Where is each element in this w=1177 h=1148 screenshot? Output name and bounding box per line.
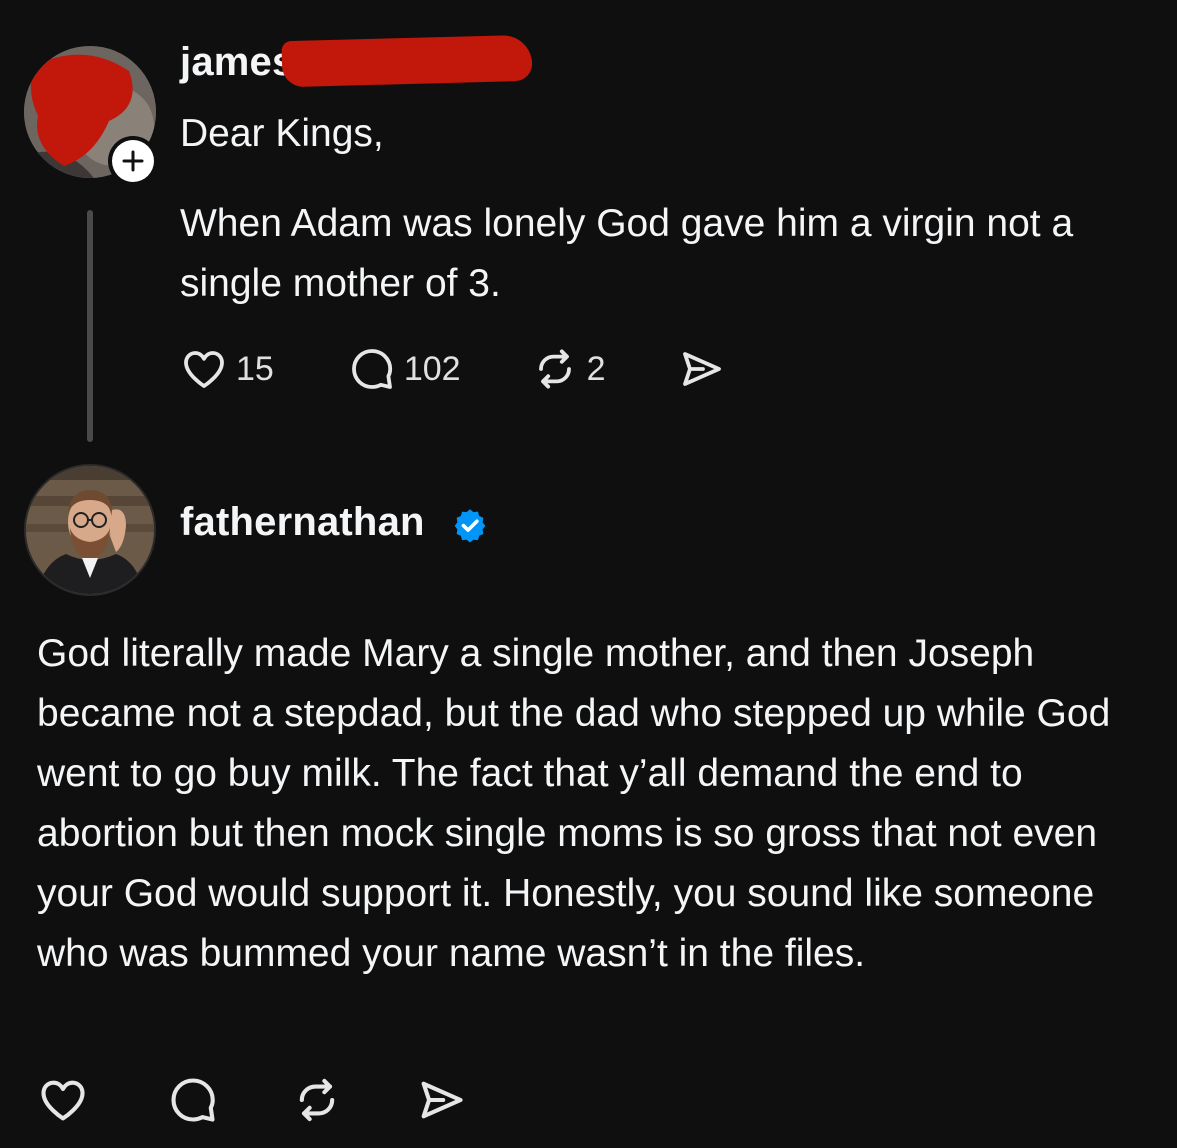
- post-actions: 15 102 2: [180, 345, 725, 393]
- like-count: 15: [236, 349, 274, 388]
- post-body: God literally made Mary a single mother,…: [37, 632, 1111, 975]
- reply-button[interactable]: 102: [348, 345, 461, 393]
- post-greeting: Dear Kings,: [180, 112, 384, 155]
- share-button[interactable]: [677, 345, 725, 393]
- send-icon: [683, 352, 722, 386]
- speech-bubble-icon: [171, 1078, 215, 1122]
- repost-icon: [299, 1078, 335, 1122]
- repost-button[interactable]: [291, 1074, 343, 1126]
- post-actions: [37, 1074, 467, 1126]
- repost-icon: [538, 349, 571, 389]
- post-body: When Adam was lonely God gave him a virg…: [180, 202, 1074, 305]
- speech-bubble-icon: [351, 349, 392, 389]
- redaction-mark: [281, 34, 533, 88]
- username-fathernathan[interactable]: fathernathan: [180, 500, 425, 545]
- send-icon: [421, 1081, 463, 1119]
- repost-button[interactable]: 2: [531, 345, 606, 393]
- like-button[interactable]: [37, 1074, 89, 1126]
- heart-icon: [41, 1080, 85, 1121]
- reply-count: 102: [403, 349, 461, 388]
- plus-icon: [122, 150, 144, 172]
- thread-line: [87, 210, 93, 442]
- repost-count: 2: [586, 349, 606, 388]
- reply-button[interactable]: [167, 1074, 219, 1126]
- share-button[interactable]: [415, 1074, 467, 1126]
- verified-badge-icon: [454, 509, 486, 543]
- like-button[interactable]: 15: [180, 345, 274, 393]
- avatar-fathernathan[interactable]: [24, 464, 156, 596]
- follow-button[interactable]: [108, 136, 158, 186]
- username-james[interactable]: james: [180, 40, 294, 85]
- heart-icon: [184, 351, 224, 388]
